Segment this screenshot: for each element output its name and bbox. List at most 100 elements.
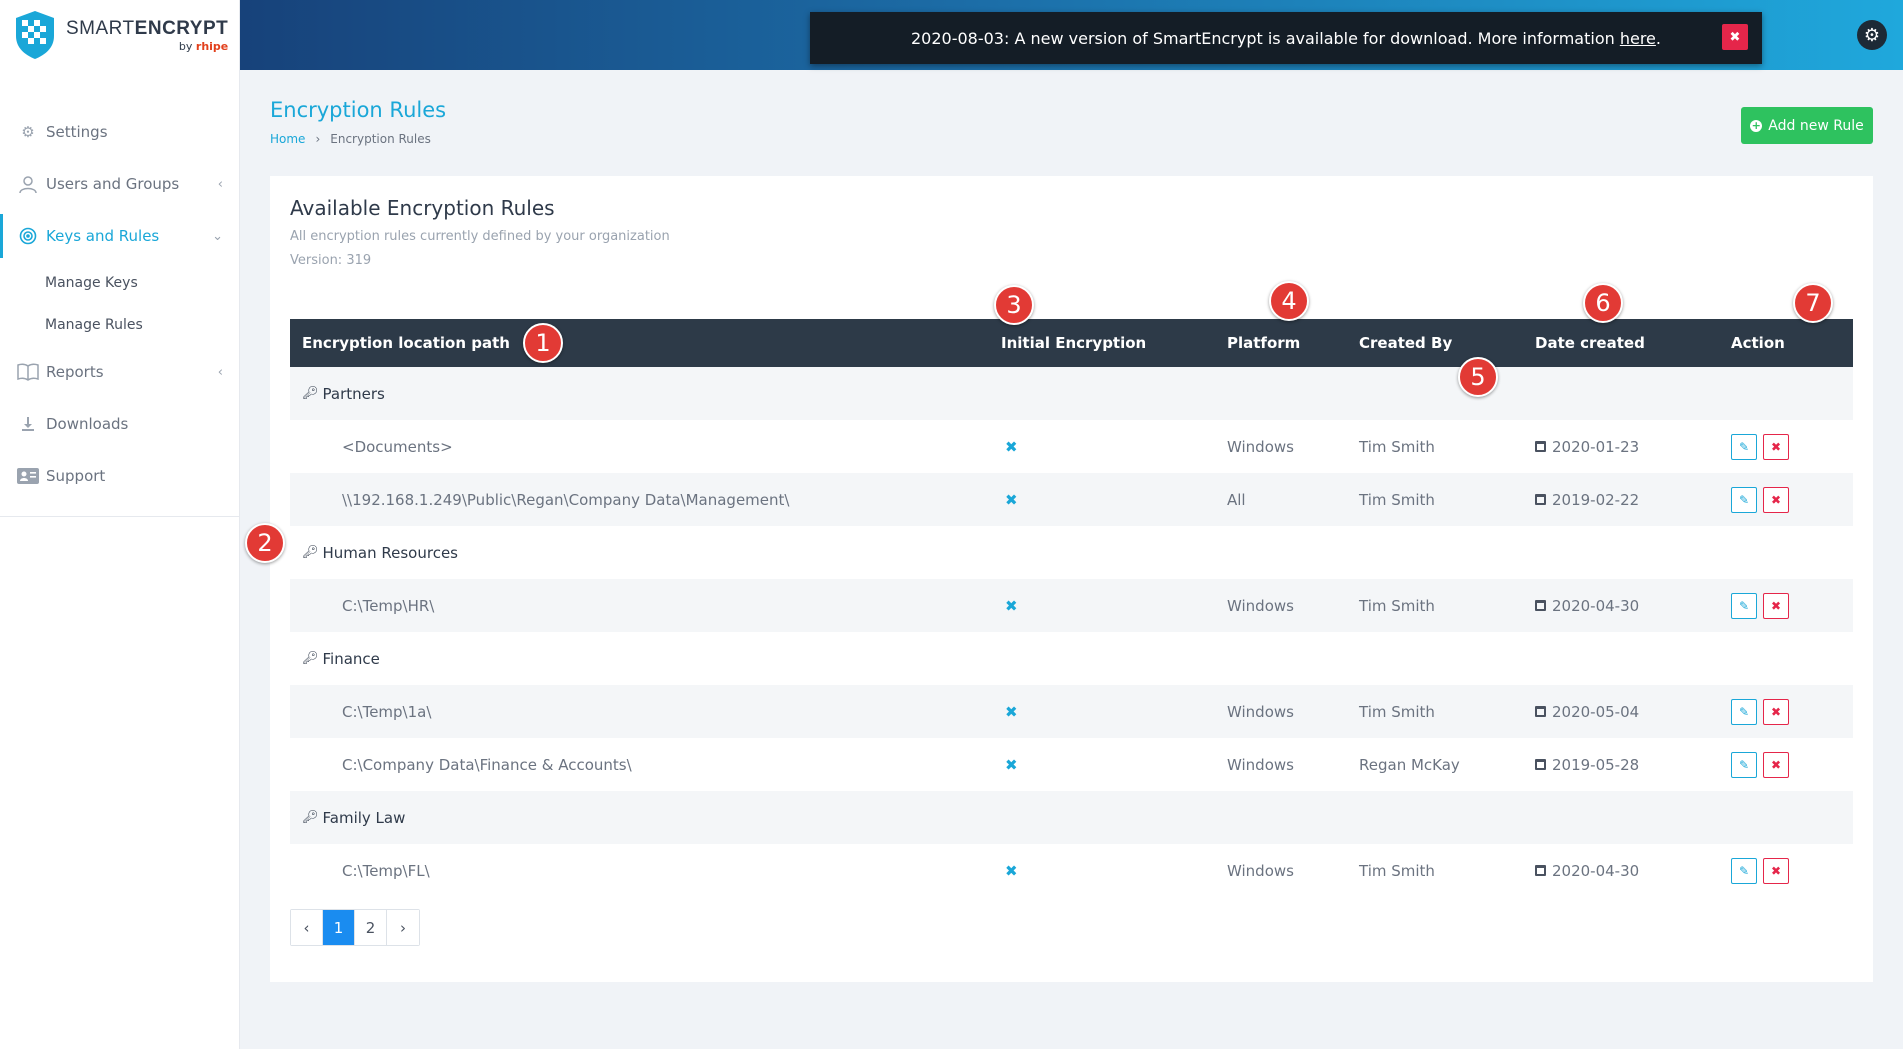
table-row[interactable]: C:\Temp\1a\ ✖ Windows Tim Smith 2020-05-… bbox=[290, 685, 1853, 738]
cross-icon: ✖ bbox=[1005, 755, 1018, 774]
delete-button[interactable]: ✖ bbox=[1763, 486, 1789, 513]
card-title: Available Encryption Rules bbox=[290, 196, 555, 220]
sidebar-subitem-manage-rules[interactable]: Manage Rules bbox=[0, 304, 239, 346]
table-row[interactable]: C:\Temp\HR\ ✖ Windows Tim Smith 2020-04-… bbox=[290, 579, 1853, 632]
notification-text: 2020-08-03: A new version of SmartEncryp… bbox=[911, 28, 1661, 48]
plus-circle-icon: + bbox=[1750, 119, 1763, 132]
cell-created-by: Tim Smith bbox=[1359, 702, 1435, 721]
sidebar-item-label: Reports bbox=[46, 363, 104, 381]
chevron-down-icon: ⌄ bbox=[212, 228, 223, 244]
callout-badge-7: 7 bbox=[1793, 283, 1833, 323]
edit-button[interactable]: ✎ bbox=[1731, 751, 1757, 778]
delete-button[interactable]: ✖ bbox=[1763, 751, 1789, 778]
delete-button[interactable]: ✖ bbox=[1763, 698, 1789, 725]
edit-button[interactable]: ✎ bbox=[1731, 857, 1757, 884]
cell-created-by: Tim Smith bbox=[1359, 437, 1435, 456]
breadcrumb-separator-icon: › bbox=[315, 132, 321, 146]
calendar-icon bbox=[1535, 600, 1546, 611]
cell-platform: Windows bbox=[1227, 861, 1294, 880]
key-icon: 🔑︎ bbox=[302, 651, 319, 666]
notification-close-button[interactable]: ✖ bbox=[1722, 24, 1748, 50]
pencil-icon: ✎ bbox=[1738, 704, 1750, 719]
shield-logo-icon bbox=[16, 11, 54, 59]
column-header-platform[interactable]: Platform bbox=[1227, 334, 1359, 352]
sidebar-item-reports[interactable]: Reports ‹ bbox=[0, 346, 239, 398]
group-row[interactable]: 🔑︎ Finance bbox=[290, 632, 1853, 685]
group-name: Partners bbox=[322, 384, 385, 403]
cell-date: 2020-04-30 bbox=[1552, 596, 1640, 615]
sidebar-item-downloads[interactable]: Downloads bbox=[0, 398, 239, 450]
close-icon: ✖ bbox=[1770, 598, 1782, 613]
cell-platform: Windows bbox=[1227, 596, 1294, 615]
table-row[interactable]: \\192.168.1.249\Public\Regan\Company Dat… bbox=[290, 473, 1853, 526]
cell-path: C:\Temp\HR\ bbox=[342, 596, 435, 615]
sidebar: SMARTENCRYPT by rhipe ⚙ Settings Users a… bbox=[0, 0, 240, 1049]
cell-path: C:\Temp\1a\ bbox=[342, 702, 432, 721]
pagination-page-1[interactable]: 1 bbox=[323, 910, 355, 945]
pencil-icon: ✎ bbox=[1738, 439, 1750, 454]
breadcrumb: Home › Encryption Rules bbox=[270, 132, 431, 146]
cross-icon: ✖ bbox=[1005, 437, 1018, 456]
sidebar-item-label: Keys and Rules bbox=[46, 227, 160, 245]
key-icon: 🔑︎ bbox=[302, 386, 319, 401]
sidebar-item-users-and-groups[interactable]: Users and Groups ‹ bbox=[0, 158, 239, 210]
edit-button[interactable]: ✎ bbox=[1731, 433, 1757, 460]
cell-created-by: Tim Smith bbox=[1359, 861, 1435, 880]
group-row[interactable]: 🔑︎ Partners bbox=[290, 367, 1853, 420]
sidebar-item-settings[interactable]: ⚙ Settings bbox=[0, 106, 239, 158]
gear-icon: ⚙ bbox=[1863, 24, 1881, 46]
pagination-prev[interactable]: ‹ bbox=[291, 910, 323, 945]
settings-button[interactable]: ⚙ bbox=[1857, 20, 1887, 50]
edit-button[interactable]: ✎ bbox=[1731, 592, 1757, 619]
column-header-path[interactable]: Encryption location path bbox=[290, 334, 1001, 352]
column-header-date-created[interactable]: Date created bbox=[1535, 334, 1731, 352]
pagination-page-2[interactable]: 2 bbox=[355, 910, 387, 945]
close-icon: ✖ bbox=[1770, 704, 1782, 719]
calendar-icon bbox=[1535, 494, 1546, 505]
sidebar-item-keys-and-rules[interactable]: Keys and Rules ⌄ bbox=[0, 210, 239, 262]
sidebar-item-support[interactable]: Support bbox=[0, 450, 239, 502]
cell-platform: Windows bbox=[1227, 702, 1294, 721]
cross-icon: ✖ bbox=[1005, 596, 1018, 615]
calendar-icon bbox=[1535, 865, 1546, 876]
sidebar-subitem-manage-keys[interactable]: Manage Keys bbox=[0, 262, 239, 304]
page-title: Encryption Rules bbox=[270, 98, 447, 122]
group-row[interactable]: 🔑︎ Family Law bbox=[290, 791, 1853, 844]
cell-platform: Windows bbox=[1227, 755, 1294, 774]
cell-platform: Windows bbox=[1227, 437, 1294, 456]
sidebar-item-label: Users and Groups bbox=[46, 175, 180, 193]
delete-button[interactable]: ✖ bbox=[1763, 857, 1789, 884]
close-icon: ✖ bbox=[1770, 492, 1782, 507]
add-new-rule-button[interactable]: + Add new Rule bbox=[1741, 107, 1873, 144]
delete-button[interactable]: ✖ bbox=[1763, 433, 1789, 460]
sidebar-item-label: Support bbox=[46, 467, 106, 485]
table-row[interactable]: C:\Temp\FL\ ✖ Windows Tim Smith 2020-04-… bbox=[290, 844, 1853, 897]
column-header-action: Action bbox=[1731, 334, 1785, 352]
card-subtitle: All encryption rules currently defined b… bbox=[290, 229, 670, 244]
cell-date: 2020-05-04 bbox=[1552, 702, 1640, 721]
cell-created-by: Tim Smith bbox=[1359, 596, 1435, 615]
pencil-icon: ✎ bbox=[1738, 757, 1750, 772]
edit-button[interactable]: ✎ bbox=[1731, 486, 1757, 513]
key-icon: 🔑︎ bbox=[302, 545, 319, 560]
delete-button[interactable]: ✖ bbox=[1763, 592, 1789, 619]
version-label: Version: 319 bbox=[290, 253, 372, 268]
notification-link[interactable]: here bbox=[1620, 29, 1656, 48]
app-logo[interactable]: SMARTENCRYPT by rhipe bbox=[0, 0, 239, 70]
cell-date: 2019-02-22 bbox=[1552, 490, 1640, 509]
table-row[interactable]: C:\Company Data\Finance & Accounts\ ✖ Wi… bbox=[290, 738, 1853, 791]
edit-button[interactable]: ✎ bbox=[1731, 698, 1757, 725]
breadcrumb-home[interactable]: Home bbox=[270, 132, 305, 146]
pagination-next[interactable]: › bbox=[387, 910, 419, 945]
chevron-left-icon: ‹ bbox=[217, 364, 223, 380]
calendar-icon bbox=[1535, 706, 1546, 717]
cell-date: 2020-04-30 bbox=[1552, 861, 1640, 880]
group-row[interactable]: 🔑︎ Human Resources bbox=[290, 526, 1853, 579]
column-header-created-by[interactable]: Created By bbox=[1359, 334, 1535, 352]
user-icon bbox=[16, 172, 40, 196]
logo-wordmark: SMARTENCRYPT bbox=[66, 17, 229, 39]
logo-byline: by rhipe bbox=[178, 39, 229, 53]
column-header-initial-encryption[interactable]: Initial Encryption bbox=[1001, 334, 1227, 352]
update-notification: 2020-08-03: A new version of SmartEncryp… bbox=[810, 12, 1762, 64]
table-row[interactable]: <Documents> ✖ Windows Tim Smith 2020-01-… bbox=[290, 420, 1853, 473]
